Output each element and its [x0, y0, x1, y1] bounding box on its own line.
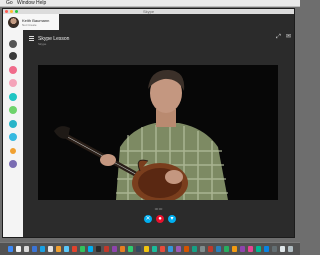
conversation-avatar-5[interactable] — [9, 120, 17, 128]
menu-bar: Go Window Help — [0, 0, 300, 7]
close-window-button[interactable] — [5, 10, 8, 13]
dock-app-33[interactable] — [264, 246, 269, 252]
dock-app-1[interactable] — [8, 246, 13, 252]
dock — [0, 242, 300, 255]
dock-app-14[interactable] — [112, 246, 117, 252]
zoom-window-button[interactable] — [15, 10, 18, 13]
dock-app-8[interactable] — [64, 246, 69, 252]
call-panel: Skype Lesson Skype ⤢ ✉ 00:00 ✕ ● ▾ — [23, 30, 294, 237]
dock-app-23[interactable] — [184, 246, 189, 252]
dock-app-17[interactable] — [136, 246, 141, 252]
sidebar — [3, 14, 24, 237]
dock-app-15[interactable] — [120, 246, 125, 252]
profile-status: Not Create — [22, 23, 37, 27]
conversation-avatar-1[interactable] — [9, 66, 17, 74]
video-feed — [38, 65, 278, 200]
video-toggle-button[interactable]: ▾ — [168, 215, 176, 223]
conversation-avatar-4[interactable] — [9, 106, 17, 114]
dock-app-20[interactable] — [160, 246, 165, 252]
dock-app-6[interactable] — [48, 246, 53, 252]
window-title: Skype — [142, 9, 155, 14]
settings-icon[interactable] — [9, 160, 17, 168]
conversation-avatar-2[interactable] — [9, 79, 17, 87]
avatar[interactable] — [8, 17, 19, 28]
dock-app-7[interactable] — [56, 246, 61, 252]
dock-app-18[interactable] — [144, 246, 149, 252]
profile-header[interactable]: Keith Baumann Not Create — [3, 14, 59, 30]
dock-app-21[interactable] — [168, 246, 173, 252]
trash-icon[interactable] — [288, 246, 293, 252]
menu-window[interactable]: Window — [17, 0, 35, 7]
dock-app-30[interactable] — [240, 246, 245, 252]
dock-app-35[interactable] — [280, 246, 285, 252]
call-timer: 00:00 — [154, 207, 163, 211]
conversation-avatar-3[interactable] — [9, 93, 17, 101]
dock-app-11[interactable] — [88, 246, 93, 252]
menu-help[interactable]: Help — [36, 0, 46, 7]
skype-window: Skype Keith Baumann Not Create Skype Les… — [2, 8, 295, 238]
dock-app-10[interactable] — [80, 246, 85, 252]
dock-app-5[interactable] — [40, 246, 45, 252]
call-subtitle: Skype — [38, 42, 47, 46]
chat-icon[interactable]: ✉ — [285, 34, 292, 41]
dock-app-12[interactable] — [96, 246, 101, 252]
dock-app-29[interactable] — [232, 246, 237, 252]
dock-app-24[interactable] — [192, 246, 197, 252]
menu-icon[interactable] — [29, 36, 34, 41]
dock-app-31[interactable] — [248, 246, 253, 252]
dock-app-9[interactable] — [72, 246, 77, 252]
menu-go[interactable]: Go — [6, 0, 13, 7]
conversation-avatar-6[interactable] — [9, 133, 17, 141]
video-frame — [38, 65, 278, 200]
home-icon[interactable] — [9, 40, 17, 48]
dock-app-26[interactable] — [208, 246, 213, 252]
dock-app-22[interactable] — [176, 246, 181, 252]
minimize-window-button[interactable] — [10, 10, 13, 13]
dock-app-19[interactable] — [152, 246, 157, 252]
dock-app-27[interactable] — [216, 246, 221, 252]
call-icon[interactable] — [10, 148, 16, 154]
fullscreen-icon[interactable]: ⤢ — [275, 34, 282, 41]
dock-app-34[interactable] — [272, 246, 277, 252]
dock-app-3[interactable] — [24, 246, 29, 252]
dock-app-16[interactable] — [128, 246, 133, 252]
contacts-icon[interactable] — [9, 52, 17, 60]
dock-app-28[interactable] — [224, 246, 229, 252]
end-call-button[interactable]: ● — [156, 215, 164, 223]
dock-app-13[interactable] — [104, 246, 109, 252]
dock-app-2[interactable] — [16, 246, 21, 252]
dock-app-4[interactable] — [32, 246, 37, 252]
mute-button[interactable]: ✕ — [144, 215, 152, 223]
dock-app-32[interactable] — [256, 246, 261, 252]
dock-app-25[interactable] — [200, 246, 205, 252]
